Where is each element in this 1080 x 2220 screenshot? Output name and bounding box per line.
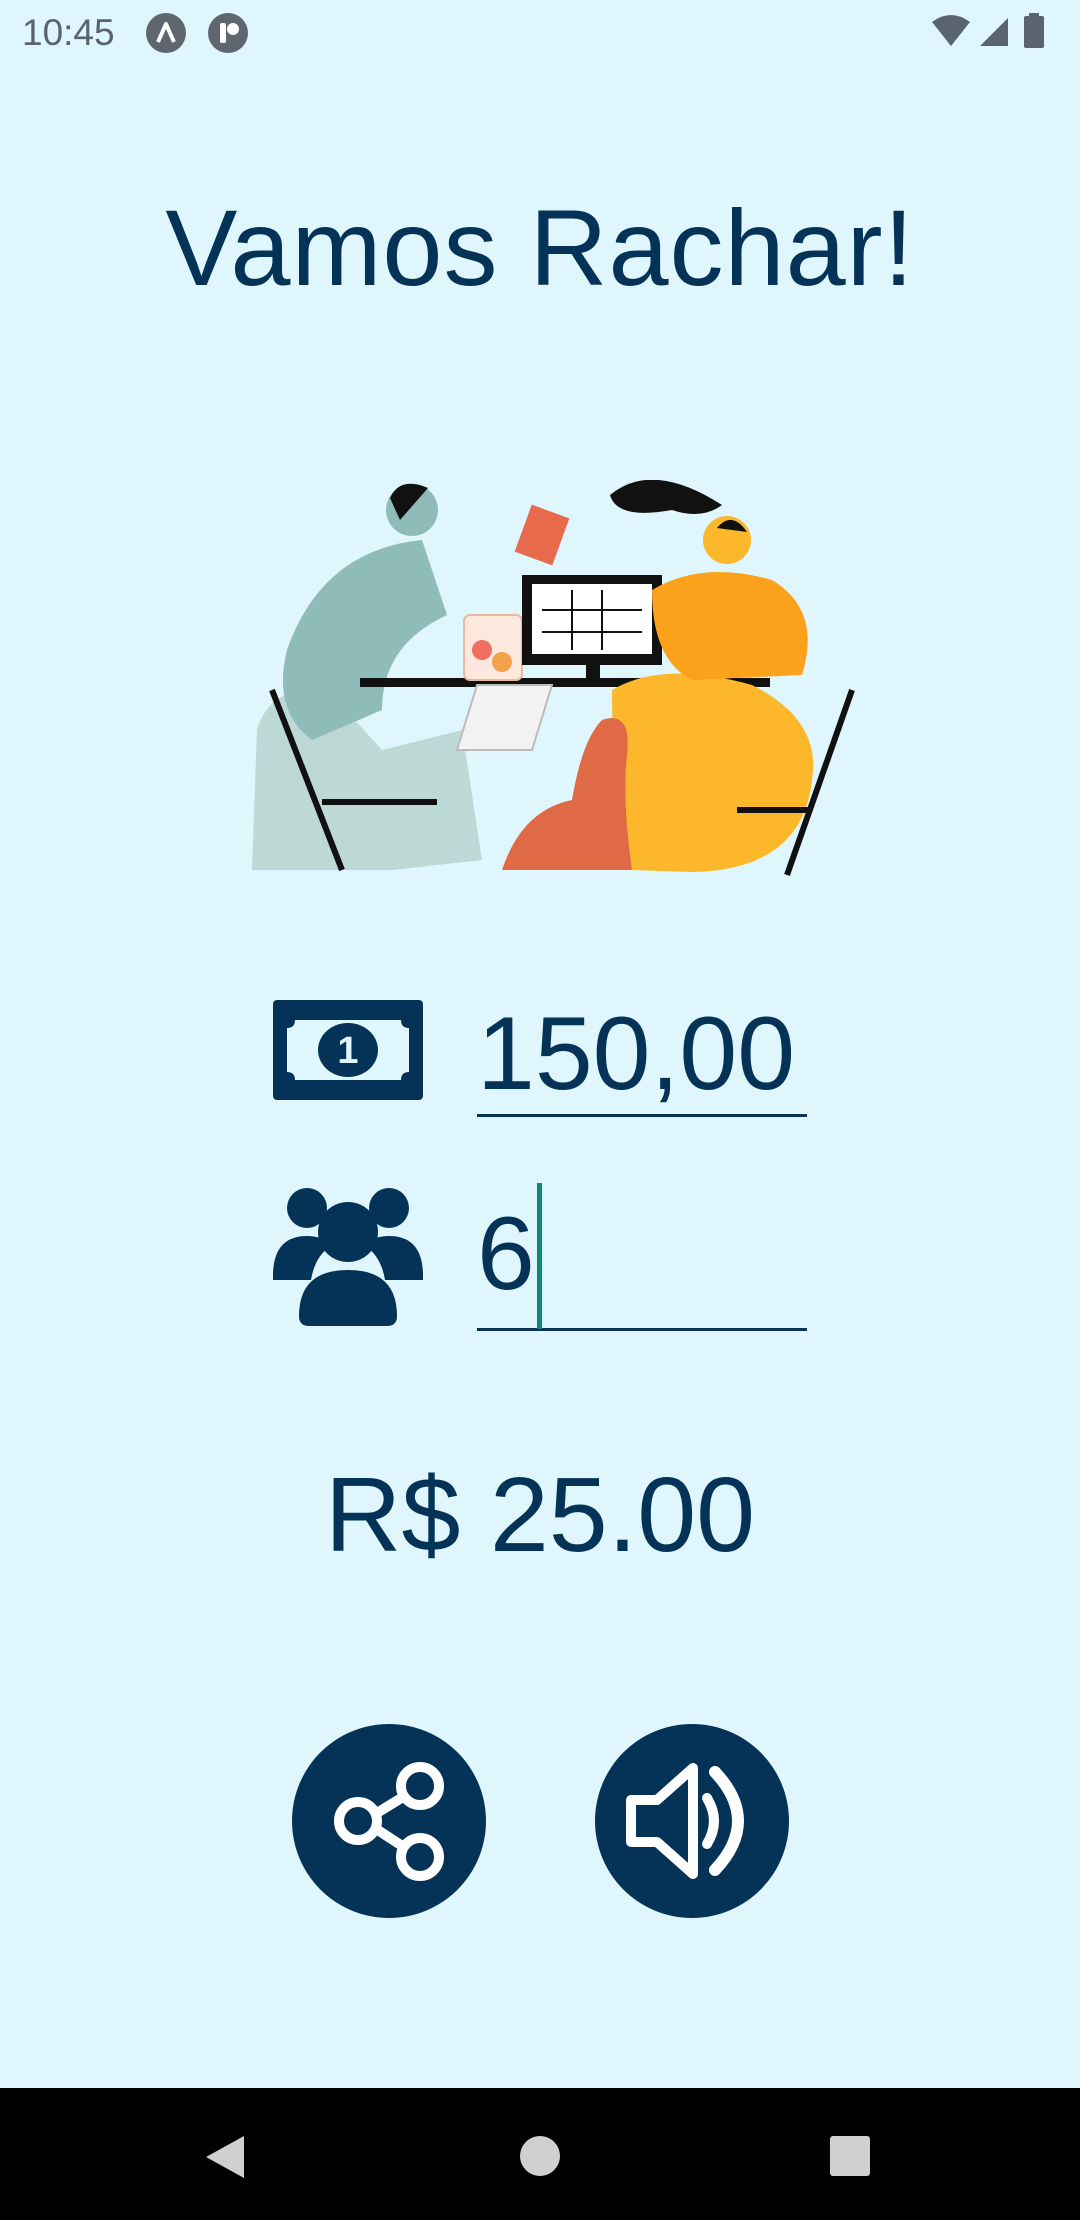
android-notification-icon xyxy=(146,13,186,53)
amount-input[interactable]: 150,00 xyxy=(477,994,807,1117)
share-icon xyxy=(334,1762,444,1881)
people-count-value: 6 xyxy=(477,1196,535,1312)
people-count-input[interactable]: 6 xyxy=(477,1180,807,1331)
app-title: Vamos Rachar! xyxy=(165,187,915,308)
per-person-result: R$ 25.00 xyxy=(324,1456,756,1574)
wifi-icon xyxy=(932,15,970,46)
money-bill-icon: 1 xyxy=(273,1000,423,1100)
navigation-bar xyxy=(0,2088,1080,2220)
status-bar: 10:45 xyxy=(0,0,1080,66)
back-icon[interactable] xyxy=(200,2132,250,2182)
recents-icon[interactable] xyxy=(828,2134,872,2178)
status-time: 10:45 xyxy=(22,12,115,53)
battery-icon xyxy=(1024,13,1044,48)
people-splitting-bill-illustration xyxy=(252,480,855,876)
people-group-icon xyxy=(273,1188,423,1326)
signal-icon xyxy=(980,18,1008,46)
status-indicators xyxy=(930,12,1060,54)
amount-value: 150,00 xyxy=(477,996,796,1112)
app-notification-icon xyxy=(208,13,248,53)
text-cursor xyxy=(536,1182,542,1329)
share-button[interactable] xyxy=(292,1724,486,1918)
speaker-icon xyxy=(626,1763,744,1879)
speak-button[interactable] xyxy=(595,1724,789,1918)
svg-text:1: 1 xyxy=(337,1030,358,1072)
home-icon[interactable] xyxy=(518,2134,562,2178)
